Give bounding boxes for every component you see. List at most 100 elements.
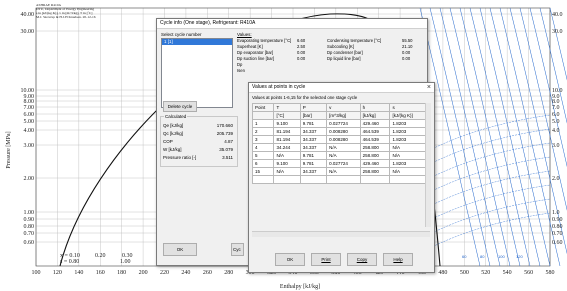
table-cell [359, 175, 391, 184]
value-val-2: 0.00 [402, 56, 411, 61]
x-axis-label: Enthalpy [kJ/kg] [280, 284, 320, 290]
cycle-cyc-button[interactable]: Cyc [231, 243, 244, 256]
table-header-row: Point T Pv h s [251, 103, 426, 112]
table-cell: 9.100 [273, 159, 301, 168]
table-cell: 0.027724 [326, 119, 361, 128]
values-row: Evaporating temperature [°C] 6.60 Condensi… [237, 38, 422, 44]
close-icon[interactable]: × [427, 83, 431, 92]
y-tick-label-right: 3.0 [552, 143, 560, 149]
table-scrollbar[interactable] [425, 103, 431, 227]
cycle-info-title-text: Cycle info (One stage), Refrigerant: R41… [160, 20, 256, 26]
table-cell: 464.539 [359, 135, 391, 144]
x-tick-label: 480 [438, 270, 447, 276]
cycle-list-item[interactable]: 1 [1] [162, 39, 232, 45]
points-ok-label: OK [286, 257, 294, 262]
table-cell: N/A [273, 167, 301, 176]
value-key-2: Subcooling [K] [327, 44, 355, 49]
isotherm-label: 100 [498, 254, 505, 259]
values-row: Isen [237, 68, 422, 74]
delete-cycle-label: Delete cycle [167, 104, 193, 109]
value-key-2: Dp liquid line [bar] [327, 56, 361, 61]
calculated-key: Qe [kJ/kg] [163, 123, 184, 128]
table-cell: 0.008280 [326, 135, 361, 144]
table-cell: v [326, 103, 361, 112]
x-tick-label: 140 [74, 270, 83, 276]
x-tick-label: 560 [524, 270, 533, 276]
x-tick-label: 260 [203, 270, 212, 276]
calculated-key: Qc [kJ/kg] [163, 131, 184, 136]
y-tick-label-left: 0.90 [24, 217, 35, 223]
points-subtitle: Values at points 1-6,15 for the selected… [252, 95, 358, 100]
table-row: 4 34.244 34.337 N/A 258.800 N/A [251, 143, 426, 152]
table-cell: 429.460 [359, 159, 391, 168]
value-val: 6.60 [297, 38, 306, 43]
table-hscroll[interactable] [252, 231, 430, 237]
value-key: Isen [237, 68, 245, 73]
help-label: Help [393, 257, 403, 262]
points-window: Values at points in cycle × Values at poi… [248, 82, 435, 273]
points-ok-button[interactable]: OK [275, 253, 305, 266]
table-cell: P [299, 103, 328, 112]
table-cell: 258.800 [359, 143, 391, 152]
calculated-key: COP [163, 139, 173, 144]
copy-label: Copy [356, 257, 368, 262]
calculated-group: Calculated Qe [kJ/kg] 170.660 Qc [kJ/kg] 20… [160, 114, 238, 167]
help-button[interactable]: Help [383, 253, 413, 266]
table-row: 1 9.100 9.781 0.027724 429.460 1.8203 [251, 119, 426, 128]
y-tick-label-left: 2.00 [24, 176, 35, 182]
calculated-row: COP 4.87 [163, 138, 235, 145]
table-cell: 1.8203 [389, 127, 426, 136]
select-cycle-label: Select cycle number [161, 32, 202, 37]
quality-label: 0.20 [95, 253, 106, 259]
table-cell: 81.194 [273, 127, 301, 136]
value-val: 2.50 [297, 44, 306, 49]
print-button[interactable]: Print [311, 253, 341, 266]
value-key: Dp suction line [bar] [237, 56, 275, 61]
value-val-2: 0.00 [402, 50, 411, 55]
x-tick-label: 280 [224, 270, 233, 276]
value-val-2: 21.10 [402, 44, 413, 49]
chart-header: ASHRAE R410A DTU, Department of Energy En… [36, 3, 96, 19]
y-tick-label-right: 30.0 [552, 29, 563, 35]
value-key: Superheat [K] [237, 44, 263, 49]
calculated-row: Qe [kJ/kg] 170.660 [163, 122, 235, 129]
table-cell: [bar] [299, 111, 328, 120]
table-cell [251, 175, 275, 184]
y-tick-label-right: 0.80 [552, 224, 563, 230]
cycle-list[interactable]: 1 [1] [161, 38, 233, 108]
value-key: Dp [237, 62, 243, 67]
value-key-2: Dp condenser [bar] [327, 50, 363, 55]
calculated-key: Pressure ratio [-] [163, 155, 197, 160]
isotherm-label: 60 [462, 254, 467, 259]
table-cell: 34.337 [299, 143, 328, 152]
copy-button[interactable]: Copy [347, 253, 377, 266]
y-tick-label-left: 4.00 [24, 128, 35, 134]
x-tick-label: 500 [460, 270, 469, 276]
y-tick-label-right: 5.0 [552, 119, 560, 125]
cycle-ok-button[interactable]: OK [163, 243, 197, 256]
table-cell: N/A [273, 151, 301, 160]
y-tick-label-left: 5.00 [24, 119, 35, 125]
table-cell: 464.539 [359, 127, 391, 136]
table-cell: 3 [251, 135, 275, 144]
calculated-row: Pressure ratio [-] 3.511 [163, 154, 235, 161]
isotherm-label: 120 [516, 254, 523, 259]
values-row: Superheat [K] 2.50 Subcooling [K] 21.10 [237, 44, 422, 50]
x-tick-label: 580 [546, 270, 555, 276]
table-cell: 1 [251, 119, 275, 128]
table-cell: 9.100 [273, 119, 301, 128]
table-row: 3 81.194 34.337 0.008280 464.539 1.8203 [251, 135, 426, 144]
table-row: 15 N/A 34.337 N/A 258.800 N/A [251, 167, 426, 176]
table-cell: 1.8203 [389, 119, 426, 128]
table-cell [299, 175, 328, 184]
table-cell: 258.800 [359, 167, 391, 176]
x-tick-label: 120 [53, 270, 62, 276]
table-cell: N/A [326, 151, 361, 160]
delete-cycle-button[interactable]: Delete cycle [163, 101, 197, 112]
y-tick-label-right: 40.0 [552, 12, 563, 18]
table-cell: 0.008280 [326, 127, 361, 136]
calculated-value: 170.660 [216, 123, 233, 128]
table-cell: [°C] [273, 111, 301, 120]
table-cell [251, 111, 275, 120]
calculated-value: 35.079 [219, 147, 233, 152]
